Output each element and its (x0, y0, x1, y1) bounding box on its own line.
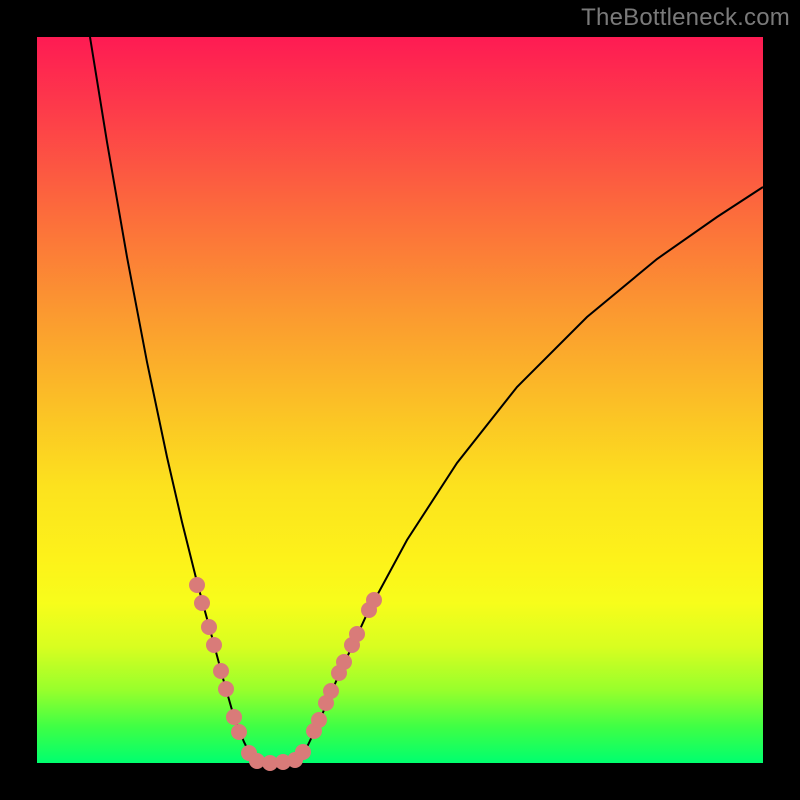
salmon-dot (206, 637, 222, 653)
salmon-dot (311, 712, 327, 728)
plot-area (37, 37, 763, 763)
chart-frame: TheBottleneck.com (0, 0, 800, 800)
salmon-dot (201, 619, 217, 635)
salmon-dot (366, 592, 382, 608)
watermark-text: TheBottleneck.com (581, 4, 790, 32)
salmon-dot (231, 724, 247, 740)
salmon-dot (194, 595, 210, 611)
salmon-dot (213, 663, 229, 679)
salmon-dot (336, 654, 352, 670)
salmon-dot (295, 744, 311, 760)
salmon-dot (349, 626, 365, 642)
curve-svg (37, 37, 763, 763)
salmon-dot (189, 577, 205, 593)
salmon-dot (323, 683, 339, 699)
bottleneck-curve (90, 37, 763, 763)
salmon-dot (226, 709, 242, 725)
salmon-dot (218, 681, 234, 697)
salmon-dot-cluster (189, 577, 382, 771)
